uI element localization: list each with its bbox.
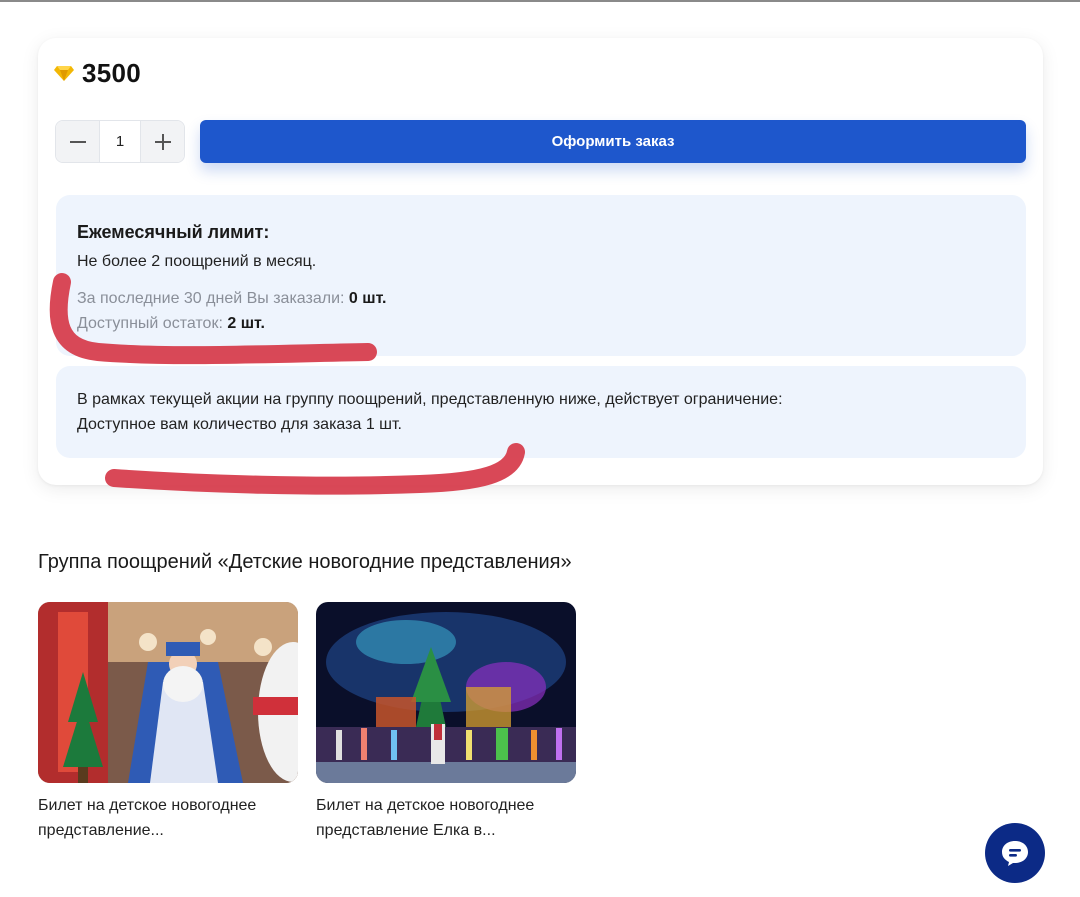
monthly-limit-panel: Ежемесячный лимит: Не более 2 поощрений … (56, 195, 1026, 356)
product-name-line-2: представление... (38, 822, 164, 839)
decrease-button[interactable] (56, 121, 99, 162)
quantity-value[interactable]: 1 (99, 121, 141, 162)
product-name[interactable]: Билет на детское новогоднее представлени… (38, 793, 298, 843)
place-order-button[interactable]: Оформить заказ (200, 120, 1026, 163)
price: 3500 (54, 56, 141, 90)
product-name-line-1: Билет на детское новогоднее (316, 797, 535, 814)
remaining-row: Доступный остаток: 2 шт. (77, 315, 265, 333)
product-card[interactable]: Билет на детское новогоднее представлени… (38, 602, 298, 843)
top-divider (0, 0, 1080, 2)
monthly-limit-title: Ежемесячный лимит: (77, 222, 270, 242)
increase-button[interactable] (141, 121, 184, 162)
promo-limit-panel: В рамках текущей акции на группу поощрен… (56, 366, 1026, 458)
santa-performance-photo (38, 602, 298, 783)
order-card: 3500 1 Оформить заказ Ежемесячный лимит:… (38, 38, 1043, 485)
minus-icon (69, 140, 86, 143)
chat-bubble-icon (1002, 841, 1028, 866)
stage-show-photo (316, 602, 576, 783)
group-title: Группа поощрений «Детские новогодние пре… (38, 551, 572, 573)
product-card[interactable]: Билет на детское новогоднее представлени… (316, 602, 576, 843)
promo-limit-quantity: Доступное вам количество для заказа 1 шт… (77, 416, 402, 433)
ordered-count-label: За последние 30 дней Вы заказали: (77, 290, 349, 307)
product-name-line-1: Билет на детское новогоднее (38, 797, 257, 814)
remaining-value: 2 шт. (227, 315, 265, 332)
ordered-count-row: За последние 30 дней Вы заказали: 0 шт. (77, 290, 386, 308)
quantity-stepper: 1 (55, 120, 185, 163)
product-name[interactable]: Билет на детское новогоднее представлени… (316, 793, 576, 843)
product-name-line-2: представление Елка в... (316, 822, 496, 839)
ordered-count-value: 0 шт. (348, 290, 387, 307)
monthly-limit-text: Не более 2 поощрений в месяц. (77, 253, 317, 270)
plus-icon (154, 133, 171, 150)
diamond-icon (54, 66, 74, 81)
price-value: 3500 (82, 57, 142, 88)
remaining-label: Доступный остаток: (77, 315, 228, 332)
chat-button[interactable] (985, 823, 1045, 883)
promo-limit-text: В рамках текущей акции на группу поощрен… (77, 391, 783, 408)
